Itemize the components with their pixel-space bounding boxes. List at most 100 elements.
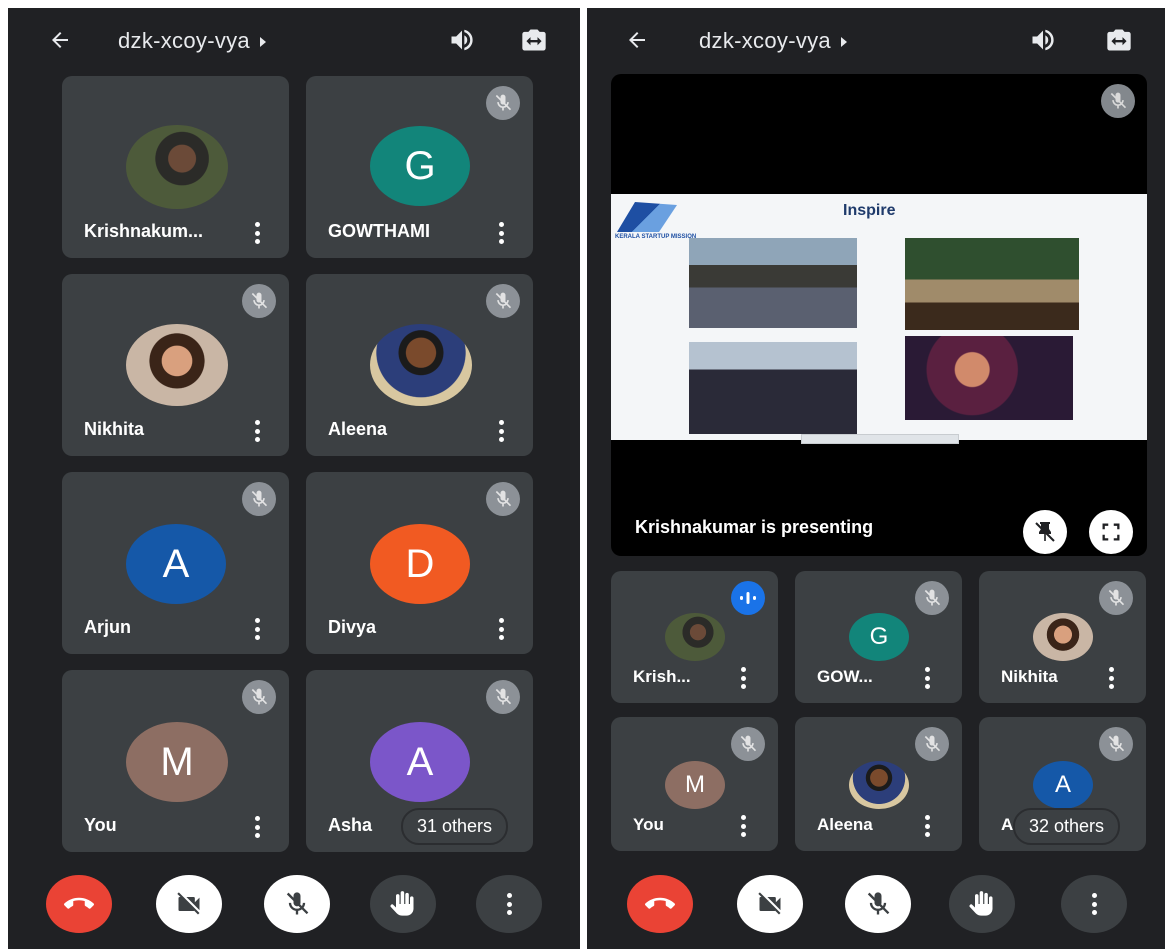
switch-camera-icon[interactable]	[520, 26, 548, 54]
avatar-photo	[126, 125, 228, 209]
call-controls	[8, 859, 580, 949]
avatar: A	[370, 722, 470, 802]
meeting-code[interactable]: dzk-xcoy-vya	[699, 28, 847, 54]
avatar-photo	[665, 613, 725, 661]
mic-off-icon	[1099, 727, 1133, 761]
more-options-button[interactable]	[476, 875, 542, 933]
top-bar: dzk-xcoy-vya	[587, 8, 1165, 70]
slide-photo	[905, 336, 1073, 420]
hand-icon	[969, 891, 993, 916]
switch-camera-icon[interactable]	[1105, 26, 1133, 54]
participant-tile[interactable]: G GOWTHAMI	[306, 76, 533, 258]
call-controls	[587, 859, 1165, 949]
participant-name: GOW...	[817, 667, 873, 686]
more-options-button[interactable]	[1061, 875, 1127, 933]
raise-hand-button[interactable]	[370, 875, 436, 933]
mic-off-icon	[915, 727, 949, 761]
right-meeting-screen: dzk-xcoy-vya KERALA STARTUP MISSION Insp…	[587, 8, 1165, 949]
more-vert-icon	[1091, 893, 1097, 915]
avatar: M	[126, 722, 228, 802]
shared-slide: KERALA STARTUP MISSION Inspire	[611, 194, 1147, 444]
speaker-icon[interactable]	[1029, 26, 1057, 54]
participant-tile[interactable]: D Divya	[306, 472, 533, 654]
pin-off-icon	[1035, 522, 1055, 542]
others-count-chip[interactable]: 31 others	[401, 808, 509, 845]
raise-hand-button[interactable]	[949, 875, 1015, 933]
participant-tile[interactable]: Aleena	[795, 717, 962, 851]
mic-off-icon	[867, 892, 890, 915]
top-bar: dzk-xcoy-vya	[8, 8, 580, 70]
meeting-code-text: dzk-xcoy-vya	[118, 28, 250, 53]
participant-name: Krishnakum...	[84, 221, 204, 241]
mic-off-button[interactable]	[264, 875, 330, 933]
participant-name: You	[84, 815, 117, 835]
avatar: M	[665, 761, 725, 809]
fullscreen-button[interactable]	[1089, 510, 1133, 554]
more-vert-icon[interactable]	[255, 222, 261, 244]
others-count-chip[interactable]: 32 others	[1013, 808, 1121, 845]
hand-icon	[390, 891, 414, 916]
phone-hangup-icon	[645, 897, 675, 909]
participant-tile[interactable]: M You	[62, 670, 289, 852]
more-vert-icon[interactable]	[255, 816, 261, 838]
mic-off-icon	[1101, 84, 1135, 118]
kerala-startup-logo	[617, 202, 677, 232]
avatar: G	[370, 126, 470, 206]
more-vert-icon[interactable]	[499, 420, 505, 442]
speaker-icon[interactable]	[448, 26, 476, 54]
back-arrow-icon[interactable]	[48, 28, 72, 52]
slide-photo	[689, 238, 857, 328]
avatar: A	[1033, 761, 1093, 809]
mic-off-icon	[486, 680, 520, 714]
fullscreen-icon	[1102, 523, 1120, 541]
video-off-icon	[177, 892, 200, 915]
mic-off-icon	[1099, 581, 1133, 615]
phone-hangup-icon	[64, 897, 94, 909]
more-vert-icon[interactable]	[255, 420, 261, 442]
slide-logo-text: KERALA STARTUP MISSION	[615, 234, 697, 240]
back-arrow-icon[interactable]	[625, 28, 649, 52]
avatar-photo	[1033, 613, 1093, 661]
participant-tile[interactable]: Nikhita	[979, 571, 1146, 703]
more-vert-icon[interactable]	[741, 667, 747, 689]
more-vert-icon[interactable]	[499, 618, 505, 640]
caret-right-icon	[840, 37, 847, 48]
participant-tile[interactable]: Aleena	[306, 274, 533, 456]
participant-tile[interactable]: M You	[611, 717, 778, 851]
pin-off-button[interactable]	[1023, 510, 1067, 554]
end-call-button[interactable]	[46, 875, 112, 933]
more-vert-icon[interactable]	[499, 222, 505, 244]
left-meeting-screen: dzk-xcoy-vya Krishnakum... G GOWTHAMI Ni…	[8, 8, 580, 949]
avatar-photo	[370, 324, 472, 406]
avatar: D	[370, 524, 470, 604]
participant-tile[interactable]: Krish...	[611, 571, 778, 703]
participant-tile[interactable]: A Arjun	[62, 472, 289, 654]
slide-title: Inspire	[843, 202, 896, 219]
participant-tile[interactable]: Nikhita	[62, 274, 289, 456]
video-off-icon	[758, 892, 781, 915]
participant-name: You	[633, 815, 664, 834]
meeting-code[interactable]: dzk-xcoy-vya	[118, 28, 266, 54]
mic-off-icon	[486, 482, 520, 516]
participant-tile[interactable]: Krishnakum...	[62, 76, 289, 258]
more-vert-icon[interactable]	[255, 618, 261, 640]
mic-off-icon	[915, 581, 949, 615]
end-call-button[interactable]	[627, 875, 693, 933]
participant-name: Aleena	[817, 815, 873, 834]
mic-off-icon	[486, 284, 520, 318]
participant-tile[interactable]: G GOW...	[795, 571, 962, 703]
slide-photo	[905, 238, 1079, 330]
camera-off-button[interactable]	[156, 875, 222, 933]
slide-photo	[689, 342, 857, 434]
mic-off-button[interactable]	[845, 875, 911, 933]
slide-footer-bar	[801, 434, 959, 444]
more-vert-icon[interactable]	[1109, 667, 1115, 689]
more-vert-icon[interactable]	[741, 815, 747, 837]
presentation-view[interactable]: KERALA STARTUP MISSION Inspire Krishnaku…	[611, 74, 1147, 556]
more-vert-icon[interactable]	[925, 667, 931, 689]
camera-off-button[interactable]	[737, 875, 803, 933]
mic-off-icon	[286, 892, 309, 915]
caret-right-icon	[259, 37, 266, 48]
more-vert-icon[interactable]	[925, 815, 931, 837]
mic-off-icon	[242, 680, 276, 714]
